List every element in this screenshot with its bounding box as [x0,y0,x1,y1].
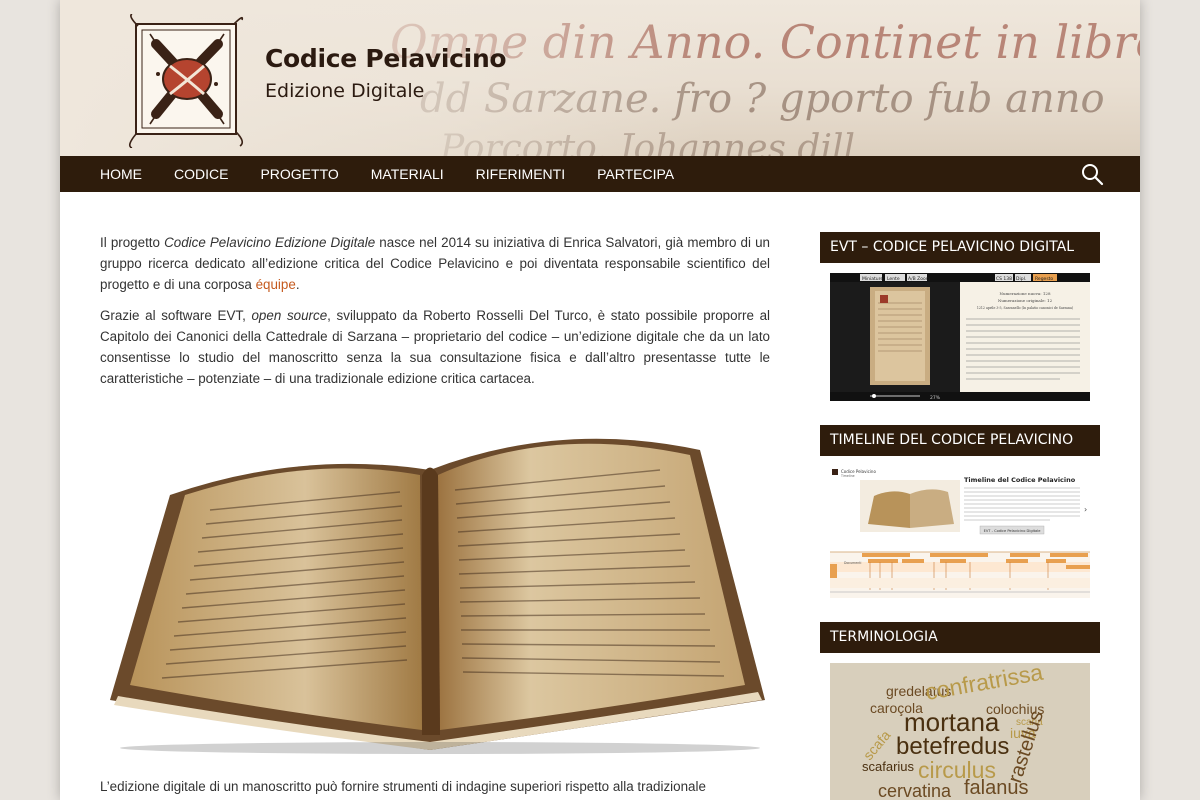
codex-book-image [100,400,770,755]
evt-paragraph: Grazie al software EVT, open source, svi… [100,308,771,386]
cloud-word: scafa [859,727,894,763]
cloud-word: confratrissa [923,663,1045,706]
timeline-title: Timeline del Codice Pelavicino [964,476,1076,484]
codice-logo[interactable] [128,14,246,148]
evt-toolbar-lente: Lente [887,276,900,282]
evt-viewer-thumbnail[interactable]: Miniature Lente A/B Zoom CS 138 Dipl. Re… [830,273,1090,401]
evt-toolbar-regesto: Regesto [1035,276,1053,282]
evt-toolbar-zoom: A/B Zoom [908,276,930,282]
search-icon[interactable] [1080,162,1104,186]
nav-item-codice[interactable]: Codice [174,166,228,182]
site-header: Omne din Anno. Continet in libro ali dd … [60,0,1140,156]
nav-item-progetto[interactable]: Progetto [260,166,338,182]
timeline-thumbnail[interactable]: Codice Pelavicino Timeline Timeline del … [830,466,1090,598]
equipe-link[interactable]: équipe [256,277,296,292]
main-content: Il progetto Codice Pelavicino Edizione D… [100,232,770,399]
widget-title-timeline[interactable]: TIMELINE DEL CODICE PELAVICINO [820,425,1100,456]
nav-item-riferimenti[interactable]: Riferimenti [476,166,565,182]
evt-toolbar-page: CS 138 [996,276,1012,282]
evt-text-line-2: Numerazione originale: 12 [998,298,1053,303]
terminology-word-cloud[interactable]: gredelatus caroçola confratrissa colochi… [830,663,1090,800]
intro-paragraph: Il progetto Codice Pelavicino Edizione D… [100,235,770,292]
evt-text-line-1: Numerazione nuova: 128 [999,291,1050,296]
cloud-word: cervatina [878,781,952,800]
cloud-word: scafarius [862,759,915,774]
timeline-row-documenti: Documenti [844,561,862,565]
evt-toolbar-dipl: Dipl. [1016,276,1026,282]
svg-text:›: › [1084,505,1087,514]
evt-zoom-value: 27% [930,395,941,401]
evt-text-line-3: 1212 aprile 3-5, Sarzanello (In palatio … [977,306,1073,310]
timeline-logo-sub: Timeline [840,474,855,478]
evt-toolbar-miniature: Miniature [862,276,883,282]
project-name: Codice Pelavicino Edizione Digitale [164,235,376,250]
site-subtitle: Edizione Digitale [265,80,425,102]
main-nav: Home Codice Progetto Materiali Riferimen… [60,156,1140,192]
widget-title-terminologia[interactable]: TERMINOLOGIA [820,622,1100,653]
digital-edition-paragraph: L’edizione digitale di un manoscritto pu… [100,779,706,794]
page: Omne din Anno. Continet in libro ali dd … [60,0,1140,800]
nav-item-home[interactable]: Home [100,166,142,182]
widget-title-evt[interactable]: EVT – CODICE PELAVICINO DIGITAL [820,232,1100,263]
site-title[interactable]: Codice Pelavicino [265,44,507,73]
cloud-word: rastellus [1004,708,1049,786]
cloud-word: falanus [964,777,1029,799]
nav-item-materiali[interactable]: Materiali [371,166,444,182]
nav-item-partecipa[interactable]: Partecipa [597,166,674,182]
timeline-button: EVT - Codice Pelavicino Digitale [984,529,1042,533]
